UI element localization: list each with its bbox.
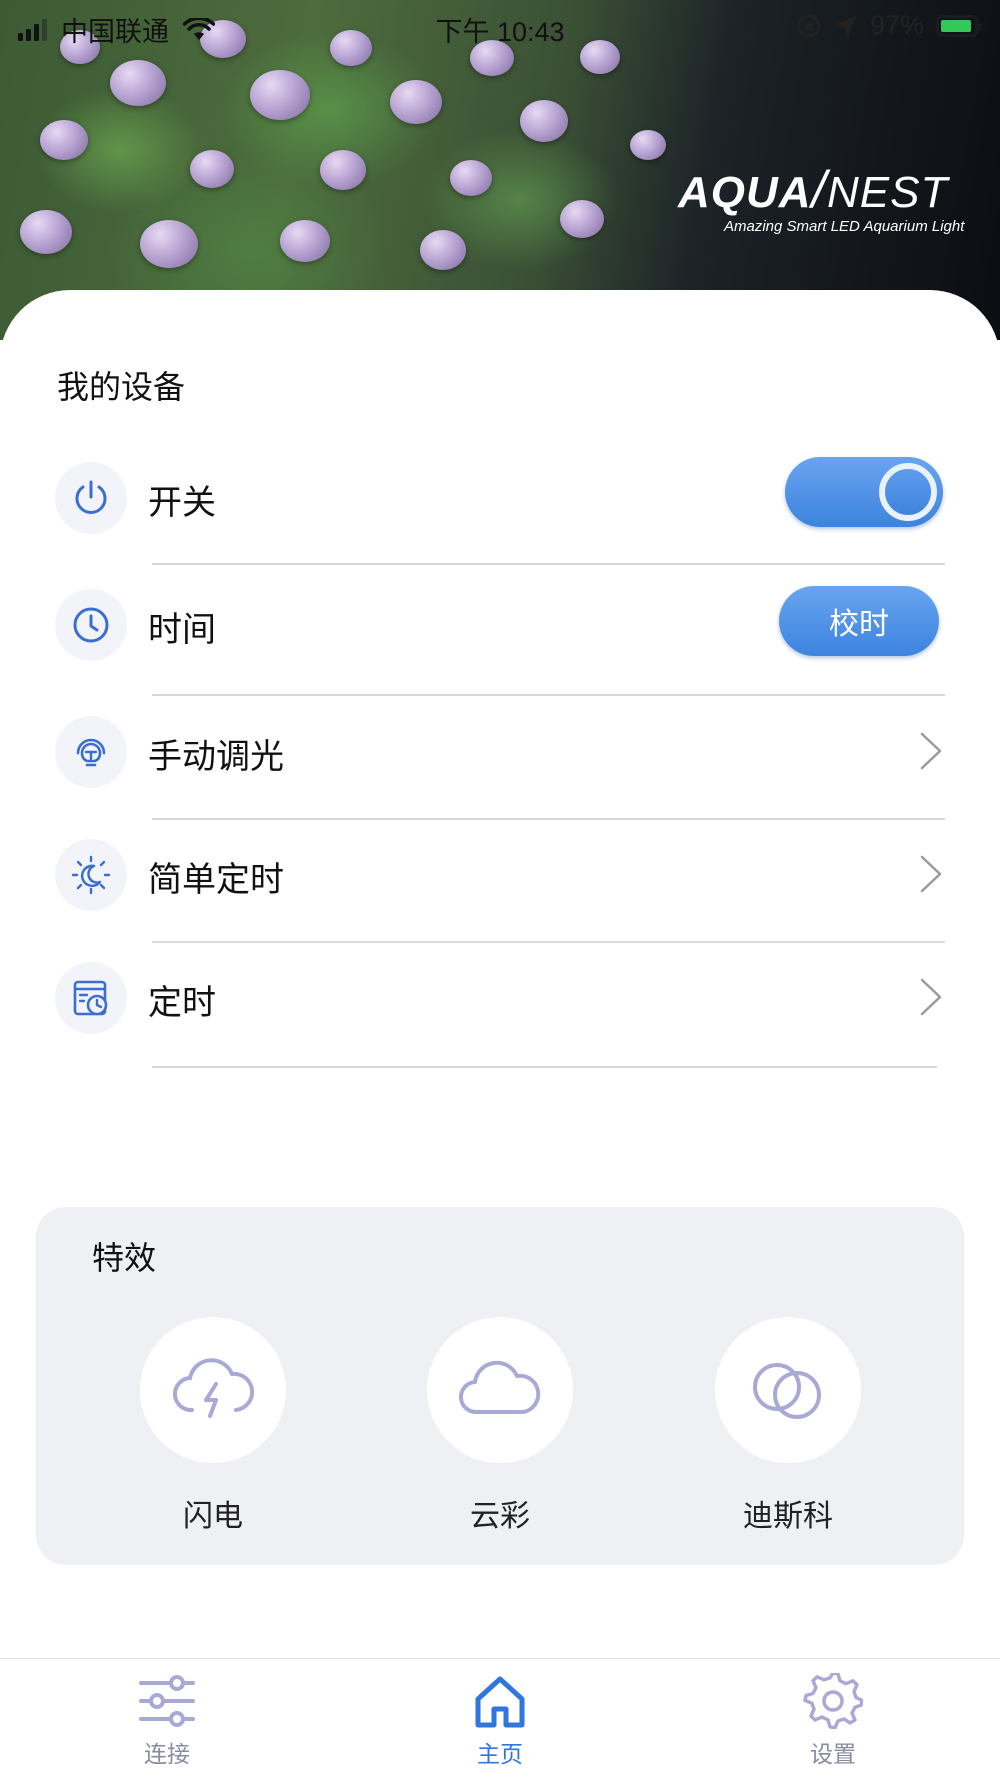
tab-settings[interactable]: 设置 [773,1671,893,1769]
chevron-right-icon [920,978,942,1016]
sync-time-button[interactable]: 校时 [779,586,939,656]
manual-dimming-label: 手动调光 [148,737,284,777]
sun-moon-icon [55,839,127,911]
effect-lightning-label: 闪电 [183,1499,243,1534]
divider [152,694,945,696]
divider [152,818,945,820]
manual-dimming-icon [55,716,127,788]
section-title-my-devices: 我的设备 [57,368,186,406]
schedule-label: 定时 [148,983,216,1023]
brand-tagline: Amazing Smart LED Aquarium Light [724,218,965,235]
power-icon [55,462,127,534]
divider [152,563,945,565]
location-icon [835,15,856,36]
divider [152,1066,937,1068]
tab-home-label: 主页 [477,1742,523,1768]
device-row-time: 时间 校时 [55,584,945,696]
time-label: 时间 [148,610,216,650]
schedule-icon [55,962,127,1034]
tab-home[interactable]: 主页 [440,1673,560,1769]
brand-logo: AQUA/NEST Amazing Smart LED Aquarium Lig… [678,160,978,235]
toggle-knob [879,463,937,521]
header-banner: 中国联通 下午 10:43 97% AQUA/NEST Amazing Smar… [0,0,1000,340]
battery-percent: 97% [869,10,924,40]
effect-lightning[interactable]: 闪电 [140,1317,286,1535]
battery-icon [936,14,982,37]
effect-cloud-label: 云彩 [470,1499,530,1534]
device-row-manual-dimming[interactable]: 手动调光 [55,711,945,820]
device-row-power: 开关 [55,457,945,565]
lightning-cloud-icon [173,1358,255,1418]
tab-connect[interactable]: 连接 [107,1673,227,1769]
device-row-schedule[interactable]: 定时 [55,957,945,1068]
sliders-icon [139,1675,195,1727]
effect-disco[interactable]: 迪斯科 [715,1317,861,1535]
section-title-effects: 特效 [92,1239,157,1277]
tab-settings-label: 设置 [810,1742,856,1768]
main-card: 我的设备 开关 时间 校时 手动调光 简单定时 定时 特效 闪电 云彩 迪斯科 [0,290,1000,1660]
tab-bar: 连接 主页 设置 [0,1658,1000,1778]
cloud-icon [458,1360,541,1415]
effect-lightning-button[interactable] [140,1317,286,1463]
status-bar: 中国联通 下午 10:43 97% [0,0,1000,52]
device-row-simple-timer[interactable]: 简单定时 [55,834,945,943]
clock-icon [55,589,127,661]
brand-bold: AQUA [678,168,812,217]
chevron-right-icon [920,732,942,770]
divider [152,941,945,943]
gear-icon [803,1671,864,1730]
power-toggle[interactable] [785,457,943,527]
simple-timer-label: 简单定时 [148,860,284,900]
effect-cloud-button[interactable] [427,1317,573,1463]
power-label: 开关 [148,483,216,523]
home-icon [475,1676,525,1728]
tab-connect-label: 连接 [144,1742,190,1768]
chevron-right-icon [920,855,942,893]
effects-panel: 特效 闪电 云彩 迪斯科 [36,1207,964,1565]
effect-disco-button[interactable] [715,1317,861,1463]
brand-light: NEST [827,168,949,217]
orientation-lock-icon [797,14,821,37]
effect-cloud[interactable]: 云彩 [427,1317,573,1535]
effect-disco-label: 迪斯科 [743,1499,833,1534]
disco-icon [753,1363,821,1419]
